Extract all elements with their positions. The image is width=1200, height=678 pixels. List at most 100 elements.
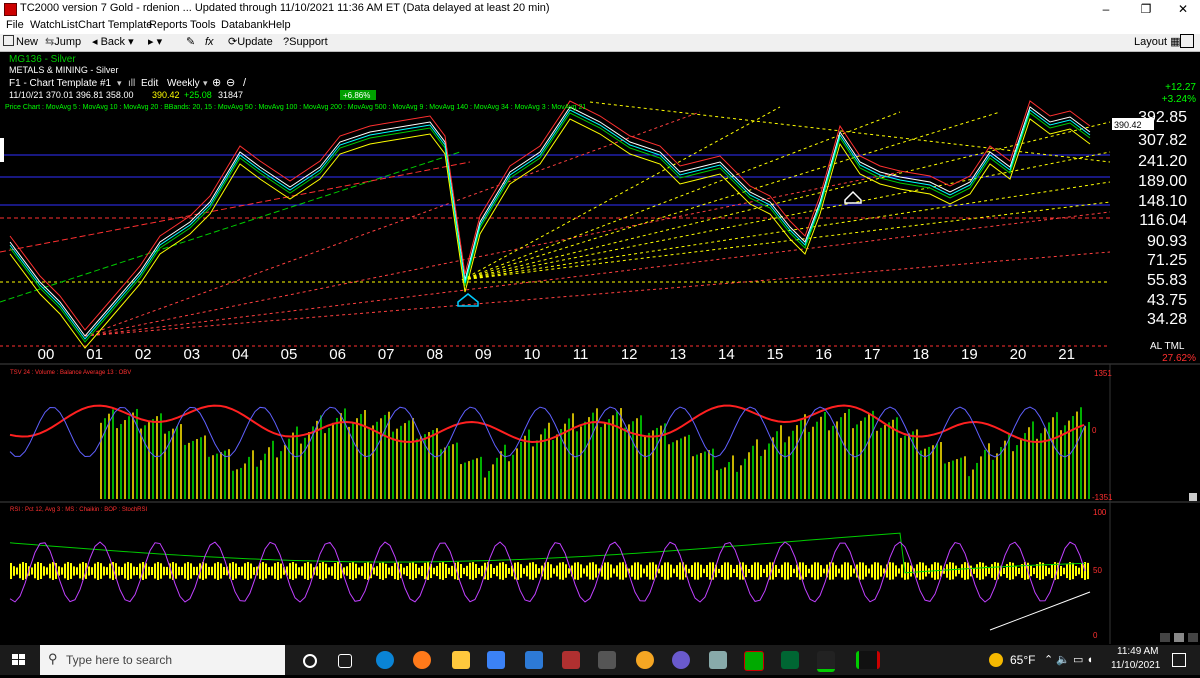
volume-bar (340, 413, 342, 499)
volume-bar (524, 435, 526, 499)
media-icon[interactable] (598, 651, 616, 669)
period-chevron-icon: ▾ (203, 78, 208, 88)
template-dropdown[interactable]: F1 - Chart Template #1 (9, 78, 112, 89)
weather-sun-icon[interactable] (989, 653, 1003, 667)
app-icon-circle[interactable] (636, 651, 654, 669)
volume-bar (940, 442, 942, 499)
chart-area[interactable]: MG136 - Silver METALS & MINING - Silver … (0, 52, 1200, 644)
tc2000-taskbar-icon-1[interactable] (562, 651, 580, 669)
formula-button[interactable]: fx (205, 35, 214, 49)
volume-bar (268, 447, 270, 499)
bop-bar (676, 565, 678, 577)
menu-tools[interactable]: Tools (190, 19, 216, 31)
bop-bar (592, 562, 594, 580)
bop-bar (46, 567, 48, 575)
tc2000-taskbar-icon-2[interactable] (744, 651, 764, 671)
bop-bar (1045, 565, 1047, 577)
industry-label[interactable]: METALS & MINING - Silver (9, 65, 118, 75)
bop-bar (451, 565, 453, 577)
volume-bar (508, 461, 510, 499)
volume-bar (580, 426, 582, 499)
system-tray-icons[interactable]: ⌃ 🔈 ▭ ◖ (1044, 653, 1093, 666)
restore-button[interactable]: ❐ (1126, 0, 1166, 18)
bop-bar (472, 562, 474, 580)
year-axis-label: 19 (961, 346, 978, 363)
clock-date[interactable]: 11/10/2021 (1111, 660, 1160, 671)
bop-bar (679, 562, 681, 580)
scroll-thumb[interactable] (1174, 633, 1184, 642)
update-label: Update (237, 36, 273, 48)
clock-time[interactable]: 11:49 AM (1117, 646, 1159, 657)
menu-databank[interactable]: Databank (221, 19, 268, 31)
app-icon-purple[interactable] (672, 651, 690, 669)
zoom-in-icon[interactable]: ⊕ (212, 77, 221, 89)
scroll-left-button[interactable] (1160, 633, 1170, 642)
volume-bar (412, 418, 414, 499)
scroll-right-button[interactable] (1188, 633, 1198, 642)
chart-app-icon[interactable] (817, 651, 835, 672)
bop-bar (553, 568, 555, 574)
bop-bar (976, 564, 978, 578)
draw-tool-button[interactable]: ✎ (186, 35, 195, 49)
bop-bar (295, 563, 297, 579)
minimize-button[interactable]: – (1086, 0, 1126, 18)
volume-bar (400, 425, 402, 499)
notification-icon[interactable] (1172, 653, 1186, 667)
bop-bar (649, 562, 651, 580)
panel-scroll-button[interactable] (1189, 493, 1197, 501)
year-axis-label: 07 (378, 346, 395, 363)
bop-bar (106, 567, 108, 575)
scale-mode[interactable]: AL TML (1150, 341, 1185, 352)
volume-bar (840, 417, 842, 499)
menu-reports[interactable]: Reports (149, 19, 188, 31)
maximize-panel-button[interactable] (1180, 34, 1194, 48)
store-icon[interactable] (487, 651, 505, 669)
bop-bar (466, 565, 468, 577)
volume-bar (132, 412, 134, 499)
bop-bar (736, 564, 738, 578)
new-button[interactable]: New (3, 35, 38, 49)
indicator-list[interactable]: Price Chart : MovAvg 5 : MovAvg 10 : Mov… (5, 104, 586, 111)
bop-bar (982, 562, 984, 580)
bop-bar (22, 562, 24, 580)
forward-button[interactable]: ▸ ▾ (148, 35, 162, 49)
volume-bar (116, 428, 118, 499)
layout-button[interactable]: Layout ▦ (1134, 35, 1181, 49)
bop-bar (853, 568, 855, 574)
rsi-panel-label[interactable]: RSI : Pct 12, Avg 3 : MS : Chaikin : BOP… (10, 507, 148, 513)
cortana-icon[interactable] (303, 654, 317, 668)
taskbar-search-box[interactable]: ⚲ Type here to search (40, 645, 285, 675)
menu-help[interactable]: Help (268, 19, 291, 31)
draw-line-icon[interactable]: / (243, 77, 247, 89)
zoom-out-icon[interactable]: ⊖ (226, 77, 235, 89)
menu-watchlist[interactable]: WatchList (30, 19, 78, 31)
notes-icon[interactable] (709, 651, 727, 669)
file-explorer-icon[interactable] (452, 651, 470, 669)
support-button[interactable]: ?Support (283, 35, 328, 49)
period-dropdown[interactable]: Weekly (167, 78, 200, 89)
trading-app-icon[interactable] (856, 651, 880, 669)
menu-file[interactable]: File (6, 19, 24, 31)
firefox-icon[interactable] (413, 651, 431, 669)
volume-panel-label[interactable]: TSV 24 : Volume : Balance Average 13 : O… (10, 370, 131, 376)
weather-temp[interactable]: 65°F (1010, 653, 1035, 667)
edge-browser-icon[interactable] (376, 651, 394, 669)
bop-bar (802, 562, 804, 580)
stock-app-icon[interactable] (781, 651, 799, 669)
update-button[interactable]: ⟳Update (228, 35, 273, 49)
close-button[interactable]: ✕ (1163, 0, 1200, 18)
bop-bar (145, 563, 147, 579)
jump-button[interactable]: ⇆Jump (45, 35, 81, 49)
start-button[interactable] (0, 645, 38, 675)
back-button[interactable]: ◂ Back ▾ (92, 35, 134, 49)
symbol-label[interactable]: MG136 - Silver (9, 54, 76, 65)
bop-bar (421, 565, 423, 577)
bop-bar (220, 563, 222, 579)
tc2000-app-icon (4, 3, 17, 16)
edit-button[interactable]: Edit (141, 78, 158, 89)
volume-bar (552, 440, 554, 499)
task-view-icon[interactable] (338, 654, 352, 668)
volume-bar (680, 438, 682, 499)
menu-chart-template[interactable]: Chart Template (78, 19, 152, 31)
mail-icon[interactable] (525, 651, 543, 669)
